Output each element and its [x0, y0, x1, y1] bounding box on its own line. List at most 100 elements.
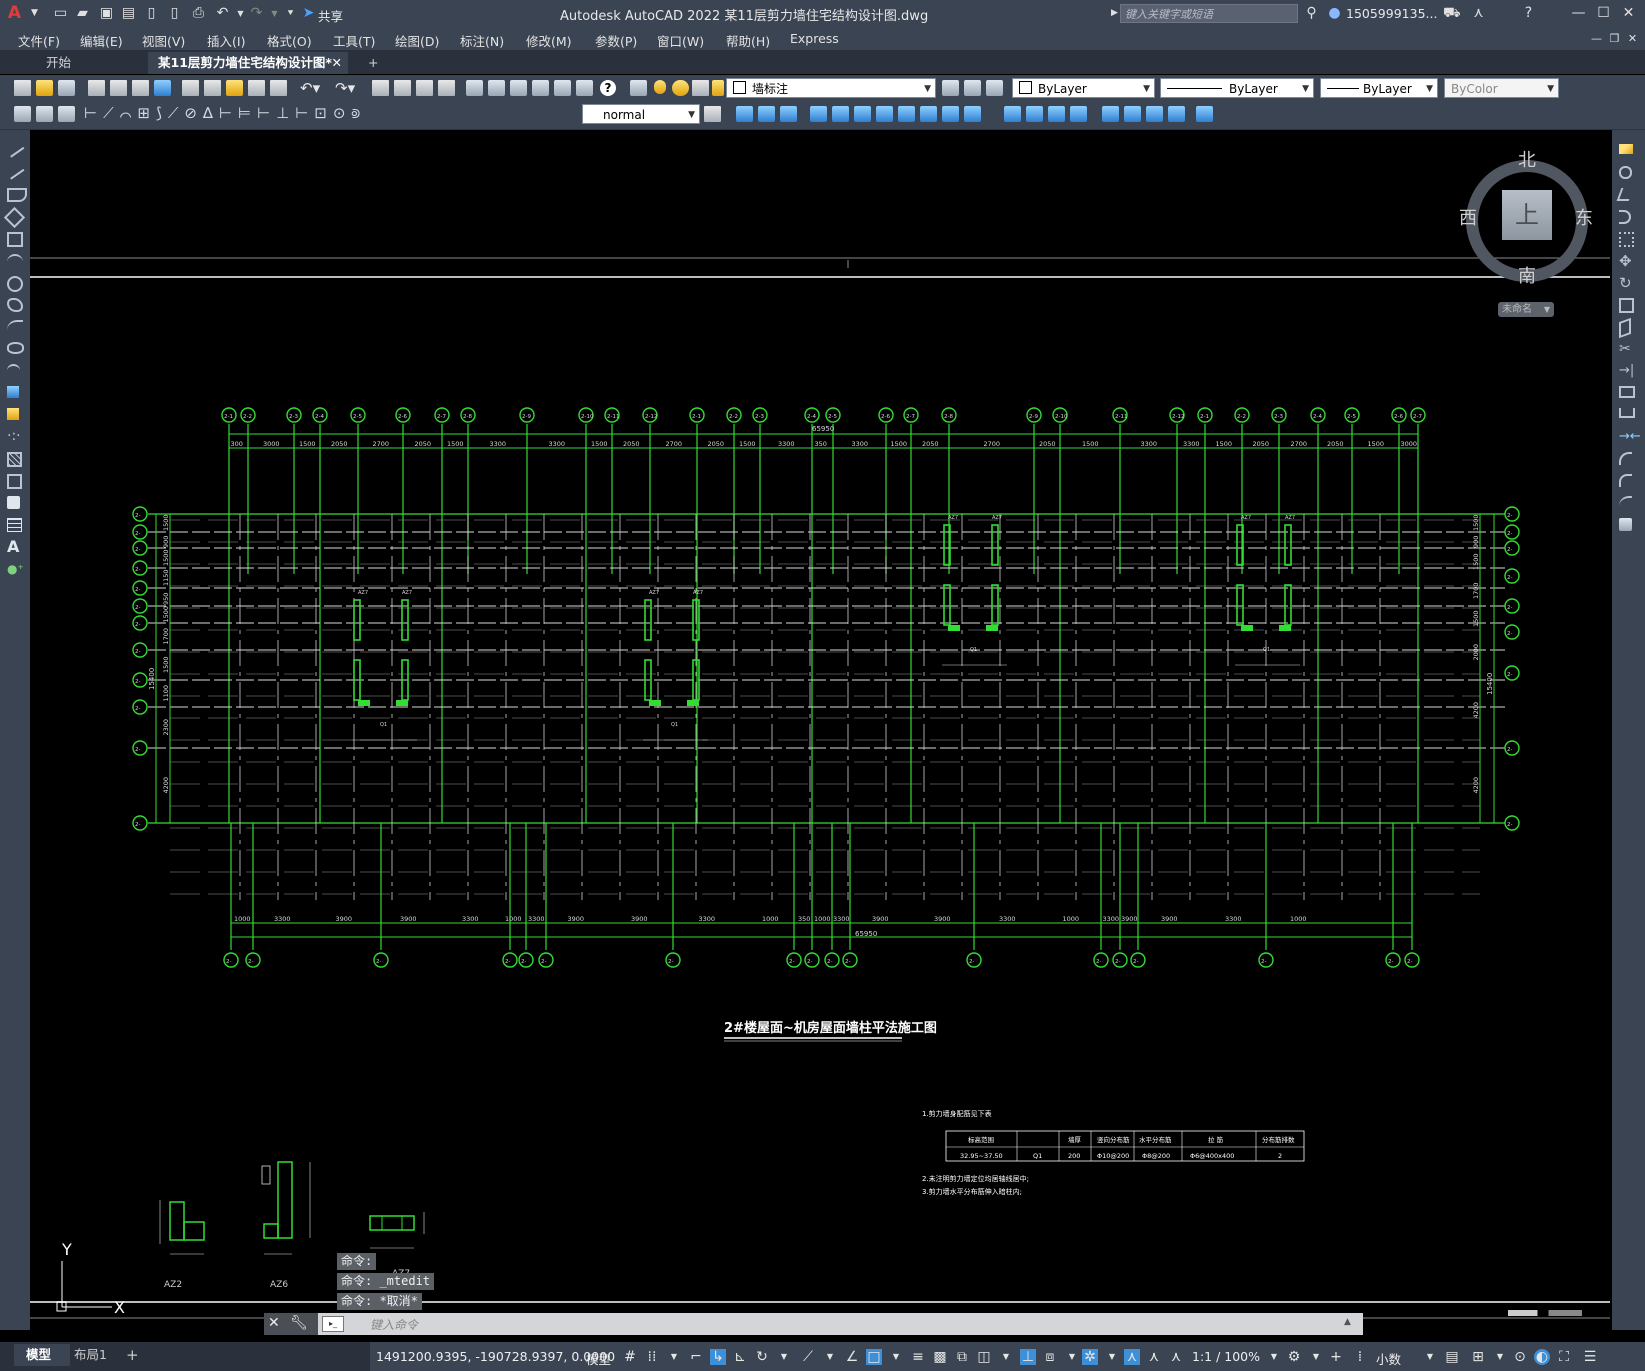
line-icon[interactable]	[5, 140, 25, 158]
toolbar-redo-icon[interactable]: ↷▾	[335, 79, 355, 97]
fillet-icon[interactable]	[1619, 474, 1632, 487]
grid-icon[interactable]: #	[622, 1349, 638, 1365]
explode-icon[interactable]	[1619, 518, 1632, 531]
menu-window[interactable]: 窗口(W)	[657, 31, 704, 50]
tab-drawing[interactable]: 某11层剪力墙住宅结构设计图* ✕	[148, 52, 348, 74]
menu-file[interactable]: 文件(F)	[18, 31, 60, 50]
hardware-acceleration-icon[interactable]: ◐	[1534, 1349, 1550, 1365]
tb2-3d-10-icon[interactable]	[942, 106, 959, 122]
menu-view[interactable]: 视图(V)	[142, 31, 185, 50]
share-icon[interactable]: ➤	[300, 5, 317, 22]
annotation-scale-value[interactable]: 1:1 / 100%	[1192, 1349, 1260, 1364]
dimension-tools-icon[interactable]: ⊢⟋⌒⊞⟆⟋⊘∆⊢⊨⊢⊥⊢⊡⊙⟄	[84, 104, 366, 122]
tb2-3d-2-icon[interactable]	[758, 106, 775, 122]
tb2-3d-17-icon[interactable]	[1124, 106, 1141, 122]
textstyle-dropdown[interactable]: normal ▼	[582, 104, 700, 124]
add-layout-icon[interactable]: +	[126, 1344, 139, 1366]
save-web-icon[interactable]: ▯	[166, 5, 183, 22]
polar-dropdown-icon[interactable]: ▼	[776, 1349, 792, 1365]
menu-help[interactable]: 帮助(H)	[726, 31, 770, 50]
chamfer-icon[interactable]	[1619, 452, 1632, 465]
move-icon[interactable]: ✥	[1619, 254, 1635, 270]
insert-block-icon[interactable]	[7, 386, 19, 398]
menu-draw[interactable]: 绘图(D)	[395, 31, 439, 50]
copy-object-icon[interactable]	[1619, 166, 1632, 179]
rectangle-icon[interactable]	[7, 232, 23, 247]
revcloud-icon[interactable]	[7, 298, 23, 312]
menu-modify[interactable]: 修改(M)	[526, 31, 572, 50]
3d-print-icon[interactable]	[154, 80, 171, 96]
command-input[interactable]: 键入命令	[370, 1316, 418, 1333]
table-icon[interactable]	[7, 518, 22, 532]
mtext-icon[interactable]: A	[7, 539, 23, 556]
3d-osnap-dropdown-icon[interactable]: ▼	[998, 1349, 1014, 1365]
tb2-3d-12-icon[interactable]	[1004, 106, 1021, 122]
gizmo-dropdown-icon[interactable]: ▼	[1104, 1349, 1120, 1365]
ucs-menu[interactable]: 未命名 ▼	[1498, 302, 1554, 317]
ortho-icon[interactable]: ⌐	[688, 1349, 704, 1365]
help-icon[interactable]: ?	[1520, 5, 1537, 22]
tb2-icon-1[interactable]	[14, 106, 31, 122]
cart-icon[interactable]: ⛟	[1443, 5, 1461, 22]
isodraft-icon[interactable]: ⟋	[800, 1349, 816, 1365]
menu-dimension[interactable]: 标注(N)	[460, 31, 504, 50]
cut-icon[interactable]	[182, 80, 199, 96]
tab-model[interactable]: 模型	[14, 1344, 70, 1366]
compass-north[interactable]: 北	[1518, 146, 1536, 172]
new-tab-icon[interactable]: +	[358, 52, 384, 74]
snap-dropdown-icon[interactable]: ▼	[666, 1349, 682, 1365]
command-line[interactable]: ✕ 🔧︎ ▸_ ▲	[264, 1313, 1363, 1335]
selection-filter-icon[interactable]: ⧈	[1042, 1349, 1058, 1365]
drawing-canvas[interactable]: 2-1 2-2 2-3 2-4 2-5 2-6 2-7 2-8 2-9 2-10 2-11 2-12 2…	[30, 130, 1610, 1342]
object-snap-tracking-icon[interactable]: ∠	[844, 1349, 860, 1365]
workspace-icon[interactable]: ⚙	[1286, 1349, 1302, 1365]
trim-icon[interactable]: ✂	[1619, 342, 1635, 358]
customize-command-icon[interactable]: 🔧︎	[290, 1315, 308, 1331]
match-prop-icon[interactable]	[248, 80, 265, 96]
tb2-3d-5-icon[interactable]	[832, 106, 849, 122]
tb2-3d-16-icon[interactable]	[1102, 106, 1119, 122]
spline-icon[interactable]	[7, 320, 23, 330]
tab-start[interactable]: 开始	[22, 52, 146, 74]
infer-icon[interactable]: ↳	[710, 1349, 726, 1365]
polyline-icon[interactable]	[7, 188, 27, 202]
quick-properties-icon[interactable]: ▤	[1444, 1349, 1460, 1365]
break-point-icon[interactable]	[1619, 386, 1635, 398]
filter-dropdown-icon[interactable]: ▼	[1064, 1349, 1080, 1365]
print-icon[interactable]	[88, 80, 105, 96]
autodesk-app-icon[interactable]: ⋏	[1470, 5, 1487, 22]
copy-icon[interactable]	[204, 80, 221, 96]
zoom-previous-icon[interactable]	[438, 80, 455, 96]
open-web-icon[interactable]: ▯	[143, 5, 160, 22]
tb2-3d-7-icon[interactable]	[876, 106, 893, 122]
ellipse-icon[interactable]	[7, 342, 24, 354]
plot-icon[interactable]: ⎙	[190, 5, 207, 22]
gradient-icon[interactable]	[7, 474, 22, 489]
command-prompt-icon[interactable]: ▸_	[322, 1316, 344, 1332]
join-icon[interactable]: →←	[1619, 430, 1641, 446]
menu-format[interactable]: 格式(O)	[267, 31, 312, 50]
layer-previous-icon[interactable]	[964, 80, 981, 96]
annotation-monitor-icon[interactable]: +	[1328, 1349, 1344, 1365]
user-icon[interactable]: ●	[1326, 5, 1343, 22]
save-file-icon[interactable]	[58, 80, 75, 96]
preview-icon[interactable]	[110, 80, 127, 96]
blend-icon[interactable]	[1619, 496, 1632, 506]
share-label[interactable]: 共享	[318, 6, 343, 25]
tb2-3d-9-icon[interactable]	[920, 106, 937, 122]
maximize-icon[interactable]: ☐	[1595, 5, 1612, 22]
dim-style-icon[interactable]	[704, 106, 721, 122]
tb2-3d-14-icon[interactable]	[1048, 106, 1065, 122]
compass-south[interactable]: 南	[1518, 262, 1536, 288]
zoom-realtime-icon[interactable]	[394, 80, 411, 96]
open-file-icon[interactable]	[36, 80, 53, 96]
annotation-visibility-icon[interactable]: ⋏	[1124, 1349, 1140, 1365]
command-history-up-icon[interactable]: ▲	[1344, 1317, 1351, 1327]
mirror-icon[interactable]	[1616, 188, 1634, 201]
compass-west[interactable]: 西	[1459, 204, 1477, 230]
add-selected-icon[interactable]: ●⁺	[7, 562, 24, 578]
hatch-icon[interactable]	[7, 452, 22, 467]
doc-restore-icon[interactable]: ❐	[1606, 30, 1623, 47]
doc-minimize-icon[interactable]: —	[1588, 30, 1605, 47]
model-space-toggle[interactable]: 模型	[586, 1349, 611, 1368]
